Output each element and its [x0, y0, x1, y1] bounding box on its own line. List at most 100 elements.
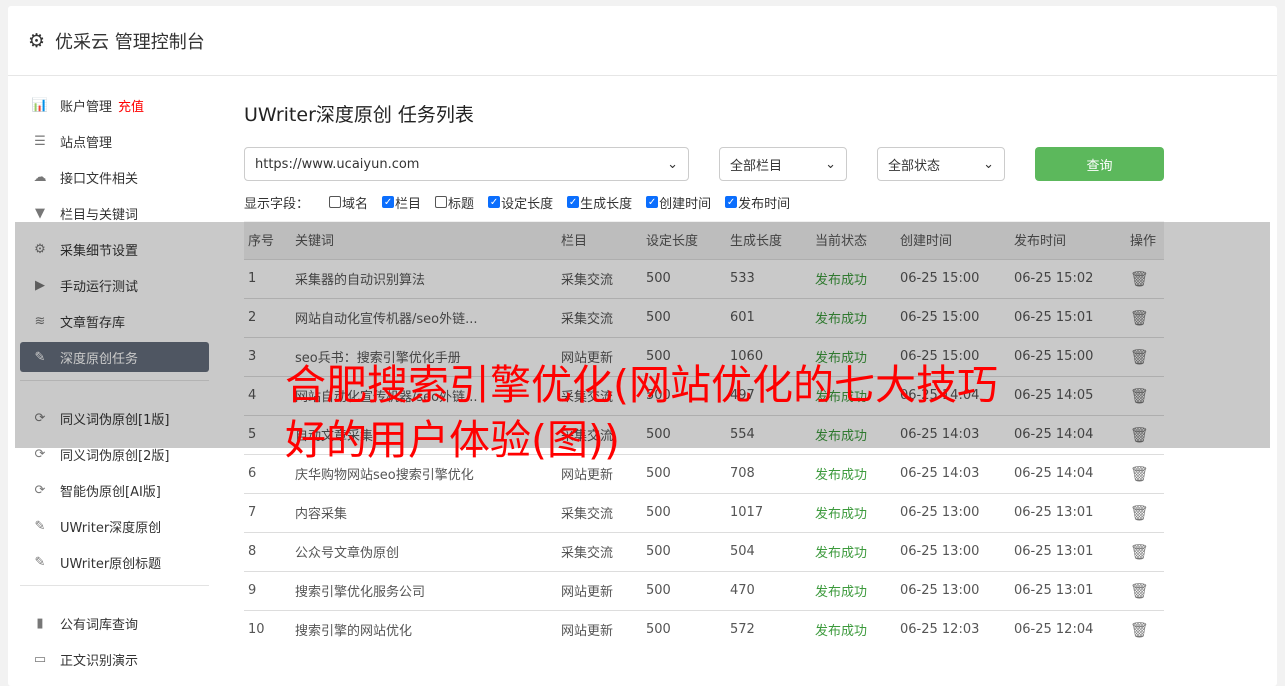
query-button[interactable]: 查询 — [1035, 147, 1164, 181]
sidebar-item[interactable]: ▼ 栏目与关键词 — [20, 198, 209, 228]
table-cell: 06-25 15:00 — [896, 336, 1010, 376]
table-row: 6 庆华购物网站seo搜索引擎优化 网站更新 500 708 发布成功 06-25 14:0… — [244, 453, 1164, 493]
table-cell: 504 — [726, 531, 811, 571]
sidebar-item[interactable]: ⚙ 采集细节设置 — [20, 234, 209, 264]
table-cell: 公众号文章伪原创 — [291, 531, 557, 571]
checkbox[interactable]: ✓ — [725, 196, 738, 208]
table-cell: 网站更新 — [557, 453, 642, 493]
sidebar-item[interactable]: ✎ UWriter原创标题 — [20, 547, 209, 577]
refresh-icon: ⟳ — [34, 482, 46, 498]
sidebar-item-label: 账户管理 — [60, 99, 113, 115]
refresh-icon: ⟳ — [34, 410, 46, 426]
gears-icon: ⚙ — [34, 241, 46, 257]
checkbox[interactable]: ✓ — [488, 196, 501, 208]
table-cell: 10 — [244, 609, 291, 649]
trash-icon[interactable]: 🗑 — [1130, 465, 1149, 483]
site-select-value: https://www.ucaiyun.com — [255, 156, 420, 172]
actions-cell: 🗑 — [1126, 297, 1164, 337]
checkbox[interactable] — [435, 196, 448, 208]
field-checkbox[interactable]: ✓ 创建时间 — [646, 193, 711, 212]
trash-icon[interactable]: 🗑 — [1130, 543, 1149, 561]
checkbox[interactable] — [329, 196, 342, 208]
actions-cell: 🗑 — [1126, 453, 1164, 493]
table-cell: 470 — [726, 570, 811, 610]
trash-icon[interactable]: 🗑 — [1130, 387, 1149, 405]
sidebar-item[interactable]: ▭ 正文识别演示 — [20, 644, 209, 674]
recharge-link[interactable]: 充值 — [118, 96, 144, 115]
sidebar-item[interactable]: ▮ 公有词库查询 — [20, 608, 209, 638]
sidebar-item[interactable]: ▶ 手动运行测试 — [20, 270, 209, 300]
table-cell: 网站自动化宣传机器/seo外链... — [291, 375, 557, 415]
table-cell: 8 — [244, 531, 291, 571]
table-cell: 发布成功 — [811, 414, 896, 454]
table-cell: 06-25 15:00 — [896, 258, 1010, 298]
gear-icon: ⚙ — [28, 29, 46, 52]
table-cell: 2 — [244, 297, 291, 337]
table-cell: 06-25 14:04 — [1010, 414, 1126, 454]
sidebar-item-label: 站点管理 — [60, 135, 113, 151]
table-cell: 500 — [642, 414, 726, 454]
trash-icon[interactable]: 🗑 — [1130, 309, 1149, 327]
field-label: 发布时间 — [738, 196, 791, 212]
filter-icon: ▼ — [35, 205, 45, 221]
sidebar-item[interactable]: ⟳ 同义词伪原创[1版] — [20, 403, 209, 433]
field-label: 栏目 — [395, 196, 422, 212]
table-cell: 自动文章采集 — [291, 414, 557, 454]
column-select[interactable]: 全部栏目 ⌄ — [719, 147, 847, 181]
checkbox[interactable]: ✓ — [382, 196, 395, 208]
table-cell: 网站自动化宣传机器/seo外链... — [291, 297, 557, 337]
site-select[interactable]: https://www.ucaiyun.com ⌄ — [244, 147, 689, 181]
chevron-down-icon: ⌄ — [667, 156, 678, 172]
checkbox[interactable]: ✓ — [646, 196, 659, 208]
field-checkbox[interactable]: ✓ 栏目 — [382, 193, 421, 212]
sidebar-item[interactable]: ✎ UWriter深度原创 — [20, 511, 209, 541]
sidebar-item[interactable]: ☰ 站点管理 — [20, 126, 209, 156]
task-table: 序号 关键词 栏目 设定长度 生成长度 当前状态 创建时间 发布时间 操作 1 采集器的自动识别算… — [244, 221, 1164, 649]
edit-icon: ✎ — [34, 518, 46, 534]
field-checkbox[interactable]: ✓ 设定长度 — [488, 193, 553, 212]
checkbox[interactable]: ✓ — [567, 196, 580, 208]
sidebar-item-label: UWriter深度原创 — [60, 520, 162, 536]
actions-cell: 🗑 — [1126, 336, 1164, 376]
table-cell: 1060 — [726, 336, 811, 376]
sidebar-item[interactable]: ≋ 文章暂存库 — [20, 306, 209, 336]
table-cell: 搜索引擎优化服务公司 — [291, 570, 557, 610]
sidebar-item[interactable]: ☁ 接口文件相关 — [20, 162, 209, 192]
sidebar-item[interactable]: ✎ 深度原创任务 — [20, 342, 209, 372]
table-cell: 5 — [244, 414, 291, 454]
trash-icon[interactable]: 🗑 — [1130, 504, 1149, 522]
trash-icon[interactable]: 🗑 — [1130, 582, 1149, 600]
field-label: 域名 — [342, 196, 369, 212]
trash-icon[interactable]: 🗑 — [1130, 426, 1149, 444]
trash-icon[interactable]: 🗑 — [1130, 270, 1149, 288]
field-checkbox[interactable]: 域名 — [329, 193, 368, 212]
status-select[interactable]: 全部状态 ⌄ — [877, 147, 1005, 181]
table-cell: 发布成功 — [811, 258, 896, 298]
table-cell: seo兵书：搜索引擎优化手册 — [291, 336, 557, 376]
column-header: 栏目 — [557, 221, 642, 259]
server-icon: ☰ — [34, 133, 46, 149]
sidebar-item[interactable]: ⟳ 同义词伪原创[2版] — [20, 439, 209, 469]
table-cell: 497 — [726, 375, 811, 415]
table-cell: 6 — [244, 453, 291, 493]
actions-cell: 🗑 — [1126, 375, 1164, 415]
column-header: 设定长度 — [642, 221, 726, 259]
sidebar-item[interactable]: ⟳ 智能伪原创[AI版] — [20, 475, 209, 505]
actions-cell: 🗑 — [1126, 570, 1164, 610]
table-cell: 500 — [642, 297, 726, 337]
table-cell: 06-25 14:03 — [896, 414, 1010, 454]
actions-cell: 🗑 — [1126, 531, 1164, 571]
table-cell: 500 — [642, 258, 726, 298]
table-cell: 06-25 14:03 — [896, 453, 1010, 493]
field-checkbox[interactable]: 标题 — [435, 193, 474, 212]
sidebar-item[interactable]: 📊 账户管理 充值 — [20, 90, 209, 120]
trash-icon[interactable]: 🗑 — [1130, 348, 1149, 366]
trash-icon[interactable]: 🗑 — [1130, 621, 1149, 639]
edit-icon: ✎ — [34, 349, 46, 365]
field-checkbox[interactable]: ✓ 生成长度 — [567, 193, 632, 212]
table-cell: 采集器的自动识别算法 — [291, 258, 557, 298]
field-checkbox[interactable]: ✓ 发布时间 — [725, 193, 790, 212]
table-cell: 1 — [244, 258, 291, 298]
table-cell: 3 — [244, 336, 291, 376]
table-cell: 572 — [726, 609, 811, 649]
